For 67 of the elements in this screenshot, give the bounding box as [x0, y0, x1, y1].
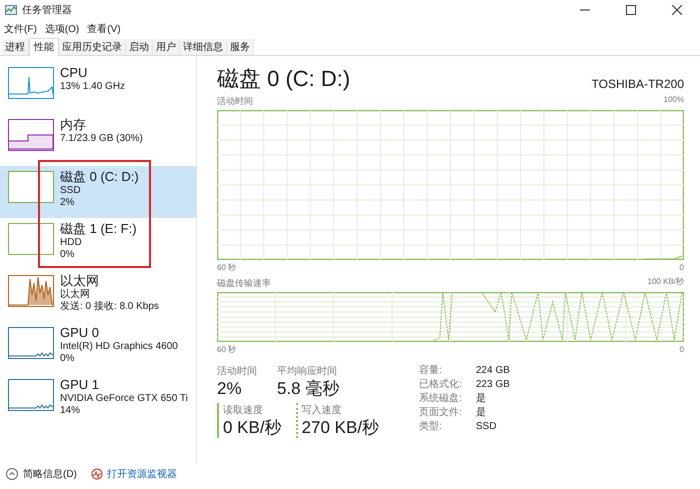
tab[interactable]: 进程 [2, 39, 29, 55]
speed-value: 270 KB/秒 [302, 418, 380, 438]
stat-label: 活动时间 [217, 364, 257, 379]
property-label: 已格式化: [419, 378, 462, 392]
tab[interactable]: 性能 [29, 38, 59, 56]
sidebar-item[interactable]: 磁盘 0 (C: D:) SSD 2% [0, 166, 196, 218]
item-detail: 以太网 [60, 289, 91, 301]
item-title: CPU [60, 65, 88, 81]
chart-label: 磁盘传输速率 [217, 278, 271, 290]
sidebar-item[interactable]: 内存 7.1/23.9 GB (30%) [0, 114, 196, 166]
chart-max: 100% [664, 94, 684, 106]
tab[interactable]: 详细信息 [180, 39, 227, 55]
sidebar-item[interactable]: CPU 13% 1.40 GHz [0, 62, 196, 114]
speed-label: 读取速度 [223, 404, 264, 418]
property-label: 页面文件: [419, 406, 462, 420]
property-label: 系统磁盘: [419, 392, 462, 406]
tab[interactable]: 用户 [153, 39, 180, 55]
summary-toggle[interactable]: 简略信息(D) [6, 466, 77, 482]
speed-value: 0 KB/秒 [223, 418, 282, 438]
property-value: 223 GB [476, 378, 510, 392]
item-detail: SSD [60, 185, 82, 197]
item-title: GPU 0 [60, 325, 100, 341]
stat-label: 平均响应时间 [277, 364, 338, 379]
tab[interactable]: 服务 [227, 39, 254, 55]
item-detail: 13% 1.40 GHz [60, 81, 126, 93]
sidebar-item[interactable]: GPU 1 NVIDIA GeForce GTX 650 Ti 14% [0, 374, 196, 426]
property-value: 是 [476, 406, 487, 420]
tab[interactable]: 应用历史记录 [59, 39, 126, 55]
item-detail: 14% [60, 405, 82, 417]
disk-title: 磁盘 0 (C: D:) [217, 66, 350, 92]
item-title: 内存 [60, 117, 87, 133]
sidebar-item[interactable]: 磁盘 1 (E: F:) HDD 0% [0, 218, 196, 270]
chart-label: 活动时间 [217, 96, 253, 108]
item-title: 以太网 [60, 273, 100, 288]
menu-item[interactable]: 选项(O) [42, 22, 82, 36]
window-title: 任务管理器 [22, 4, 72, 18]
item-detail: 发送: 0 接收: 8.0 Kbps [60, 301, 159, 313]
item-title: GPU 1 [60, 377, 100, 393]
item-detail: 2% [60, 197, 76, 209]
property-value: 是 [476, 392, 487, 406]
disk-model: TOSHIBA-TR200 [592, 76, 684, 92]
speed-label: 写入速度 [302, 404, 343, 418]
sidebar-item[interactable]: GPU 0 Intel(R) HD Graphics 4600 0% [0, 322, 196, 374]
resource-monitor-link[interactable]: 打开资源监视器 [90, 466, 177, 482]
chart-time-start: 60 秒 [217, 262, 236, 274]
sidebar-item[interactable]: 以太网 以太网 发送: 0 接收: 8.0 Kbps [0, 270, 196, 322]
chart-time-start: 60 秒 [217, 344, 236, 356]
stat-value: 5.8 毫秒 [277, 379, 340, 399]
item-detail: 7.1/23.9 GB (30%) [60, 133, 143, 145]
item-detail: Intel(R) HD Graphics 4600 [60, 341, 178, 353]
stat-value: 2% [217, 379, 243, 399]
chart-time-end: 0 [680, 262, 684, 274]
item-detail: NVIDIA GeForce GTX 650 Ti [60, 393, 188, 405]
item-title: 磁盘 1 (E: F:) [60, 221, 137, 237]
property-value: 224 GB [476, 364, 510, 378]
item-detail: HDD [60, 237, 83, 249]
menu-item[interactable]: 查看(V) [85, 22, 123, 36]
menu-item[interactable]: 文件(F) [2, 22, 39, 36]
tab[interactable]: 启动 [126, 39, 153, 55]
item-title: 磁盘 0 (C: D:) [60, 169, 139, 185]
chart-max: 100 KB/秒 [648, 276, 684, 288]
item-detail: 0% [60, 249, 76, 261]
chart-time-end: 0 [680, 344, 684, 356]
property-value: SSD [476, 420, 498, 434]
property-label: 类型: [419, 420, 443, 434]
item-detail: 0% [60, 353, 76, 365]
property-label: 容量: [419, 364, 443, 378]
